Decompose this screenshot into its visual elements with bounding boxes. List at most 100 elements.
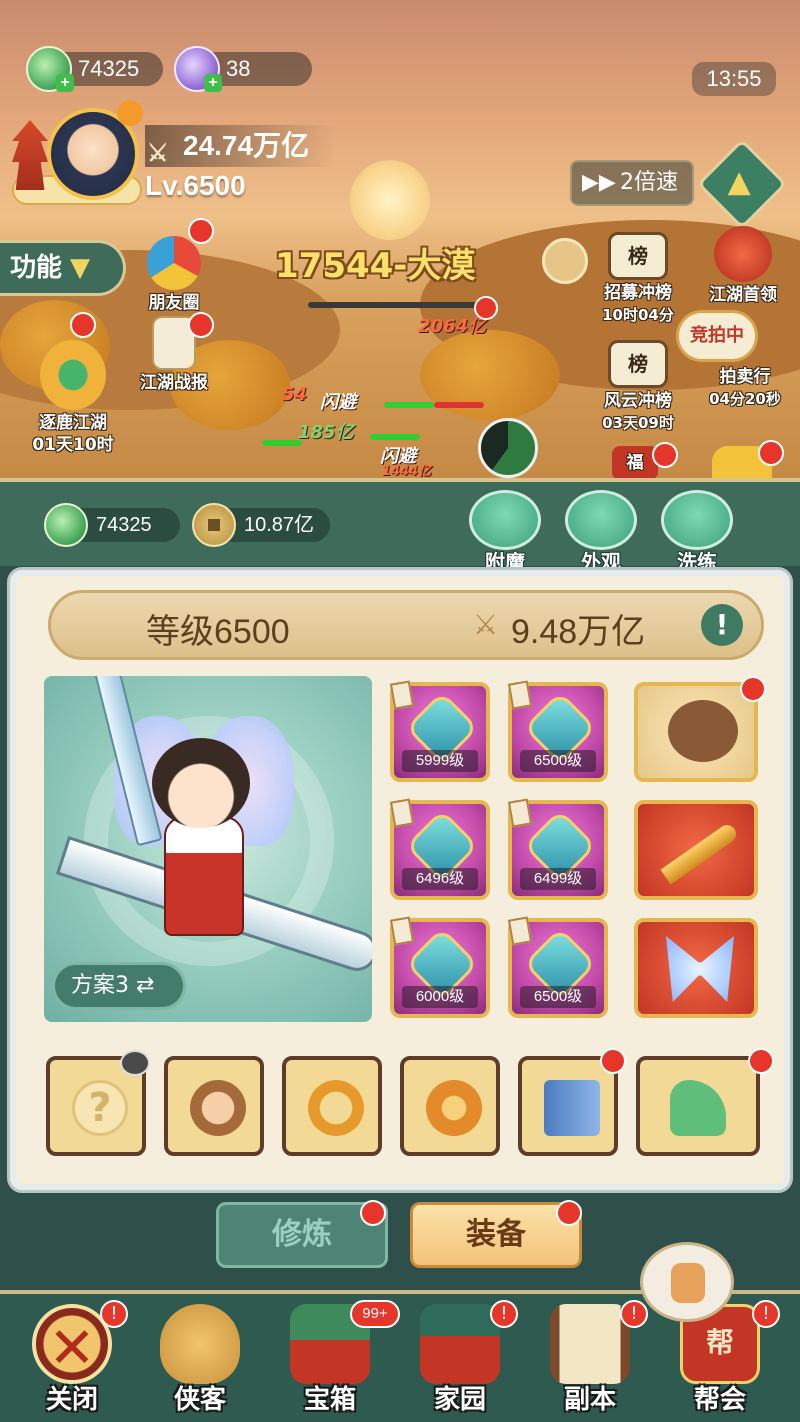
crown-icon <box>40 340 106 410</box>
friends-icon <box>147 236 201 290</box>
accessory-slot-book[interactable] <box>518 1056 618 1156</box>
refine-icon <box>661 490 733 550</box>
equipment-card: 等级6500 ⚔ 9.48万亿 ! 方案3 ⇄ 5999级 6500级 6496… <box>10 570 790 1190</box>
plan-switch-button[interactable]: 方案3 ⇄ <box>52 962 186 1010</box>
flying-sword-slot[interactable] <box>634 800 758 900</box>
accessory-slot-mask[interactable] <box>164 1056 264 1156</box>
card-tag-icon <box>389 916 415 946</box>
player-power-value: 24.74万亿 <box>183 130 310 161</box>
function-menu-button[interactable]: 功能 ▼ <box>0 240 126 296</box>
zhulu-jianghu-button[interactable]: 逐鹿江湖 01天10时 <box>18 340 128 456</box>
notification-dot <box>600 1048 626 1074</box>
lock-icon <box>120 1050 150 1076</box>
zhulu-label: 逐鹿江湖 <box>39 413 107 433</box>
horse-icon <box>670 1080 726 1136</box>
auction-timer: 04分20秒 <box>709 390 781 408</box>
gourd-icon <box>668 700 738 762</box>
auction-in-progress-badge[interactable]: 竞拍中 <box>676 310 758 362</box>
hero-preview: 方案3 ⇄ <box>44 676 372 1022</box>
card-tag-icon <box>389 798 415 828</box>
recruit-rank-button[interactable]: 榜 招募冲榜 10时04分 <box>592 232 684 326</box>
heal-number: 185亿 <box>298 422 354 443</box>
equipment-slot-boots[interactable]: 6500级 <box>507 916 608 1018</box>
rank-board-icon: 榜 <box>608 340 668 388</box>
stage-scroll-icon[interactable] <box>542 238 588 284</box>
battle-scene: + 74325 + 38 13:55 ⚔ 24.74万亿 Lv.6500 ▶▶ … <box>0 0 800 478</box>
panel-jade-resource: 74325 <box>44 503 180 547</box>
equipment-slot-armor[interactable]: 6499级 <box>507 798 608 900</box>
collapse-button[interactable]: ▲ <box>696 138 788 230</box>
notification-dot <box>758 440 784 466</box>
equipment-panel-header: 74325 10.87亿 附魔 外观 洗练 <box>0 478 800 574</box>
purple-gem-resource[interactable]: + 38 <box>174 46 312 92</box>
nav-close-label: 关闭 <box>45 1385 98 1415</box>
recruit-timer: 10时04分 <box>602 306 674 324</box>
wings-slot[interactable] <box>634 918 758 1018</box>
notification-dot <box>188 312 214 338</box>
nav-heroes-label: 侠客 <box>173 1385 226 1415</box>
info-button[interactable]: ! <box>701 604 743 646</box>
equipment-slot-weapon[interactable]: 5999级 <box>389 680 490 782</box>
auction-house-button[interactable]: 拍卖行 04分20秒 <box>700 366 790 410</box>
slot-level: 6000级 <box>402 986 478 1008</box>
accessory-slot-beads[interactable] <box>282 1056 382 1156</box>
accessory-slot-mount[interactable] <box>636 1056 760 1156</box>
prayer-beads-icon <box>308 1080 364 1136</box>
alert-badge: ! <box>752 1300 780 1328</box>
panel-jade-amount: 74325 <box>96 514 152 536</box>
zhulu-timer: 01天10时 <box>32 435 114 455</box>
nav-chest-label: 宝箱 <box>303 1385 356 1415</box>
copper-coin-icon <box>192 503 236 547</box>
equipment-power: ⚔ 9.48万亿 <box>471 604 645 653</box>
notification-dot <box>740 676 766 702</box>
nav-dungeon-label: 副本 <box>563 1385 616 1415</box>
equipment-slot-necklace[interactable]: 6496级 <box>389 798 490 900</box>
hp-bar <box>262 440 302 446</box>
map-scroll-icon <box>550 1304 630 1384</box>
refine-button[interactable]: 洗练 <box>660 490 734 575</box>
equipment-slot-helmet[interactable]: 6500级 <box>507 680 608 782</box>
function-label: 功能 <box>10 253 63 283</box>
golden-sword-icon <box>660 821 740 885</box>
appearance-icon <box>565 490 637 550</box>
hp-bar <box>384 402 434 408</box>
player-avatar-frame[interactable] <box>12 100 143 210</box>
equipment-power-value: 9.48万亿 <box>511 613 646 651</box>
player-power: ⚔ 24.74万亿 <box>145 125 335 167</box>
jade-amount: 74325 <box>78 56 140 81</box>
friends-circle-button[interactable]: 朋友圈 <box>138 236 210 314</box>
butterfly-wings-icon <box>666 936 734 1002</box>
alert-badge: ! <box>100 1300 128 1328</box>
enemy-hp-bar <box>308 302 478 308</box>
purple-gem-icon: + <box>174 46 222 92</box>
speed-button[interactable]: ▶▶ 2倍速 <box>570 160 694 206</box>
fortune-bag-icon[interactable]: 福 <box>612 446 658 478</box>
enchant-button[interactable]: 附魔 <box>468 490 542 575</box>
slot-level: 6500级 <box>520 986 596 1008</box>
slot-level: 6496级 <box>402 868 478 890</box>
accessory-slot-jade[interactable] <box>400 1056 500 1156</box>
notification-dot <box>652 442 678 468</box>
orange-dot-decoration <box>117 100 143 126</box>
locked-accessory-slot[interactable]: ? <box>46 1050 150 1156</box>
hp-bar <box>370 434 420 440</box>
stage-title: 17544-大漠 <box>275 246 476 286</box>
skill-cooldown-button[interactable] <box>478 418 538 478</box>
plus-icon: + <box>56 74 74 92</box>
chevron-up-icon: ▲ <box>727 164 751 200</box>
gourd-icon <box>160 1304 240 1384</box>
card-tag-icon <box>507 798 533 828</box>
appearance-button[interactable]: 外观 <box>564 490 638 575</box>
speed-label: 2倍速 <box>620 170 678 195</box>
fengyun-rank-button[interactable]: 榜 风云冲榜 03天09时 <box>592 340 684 434</box>
equipment-slot-belt[interactable]: 6000级 <box>389 916 490 1018</box>
nav-heroes[interactable]: 侠客 <box>136 1298 264 1422</box>
chat-bubble-button[interactable] <box>640 1242 734 1322</box>
panel-coin-amount: 10.87亿 <box>244 514 315 536</box>
gourd-slot[interactable] <box>634 682 758 782</box>
jade-resource[interactable]: + 74325 <box>26 46 163 92</box>
jade-icon: + <box>26 46 74 92</box>
jade-pendant-icon <box>426 1080 482 1136</box>
equipment-level: 等级6500 <box>146 613 290 651</box>
jianghu-leader-button[interactable]: 江湖首领 <box>700 226 786 306</box>
